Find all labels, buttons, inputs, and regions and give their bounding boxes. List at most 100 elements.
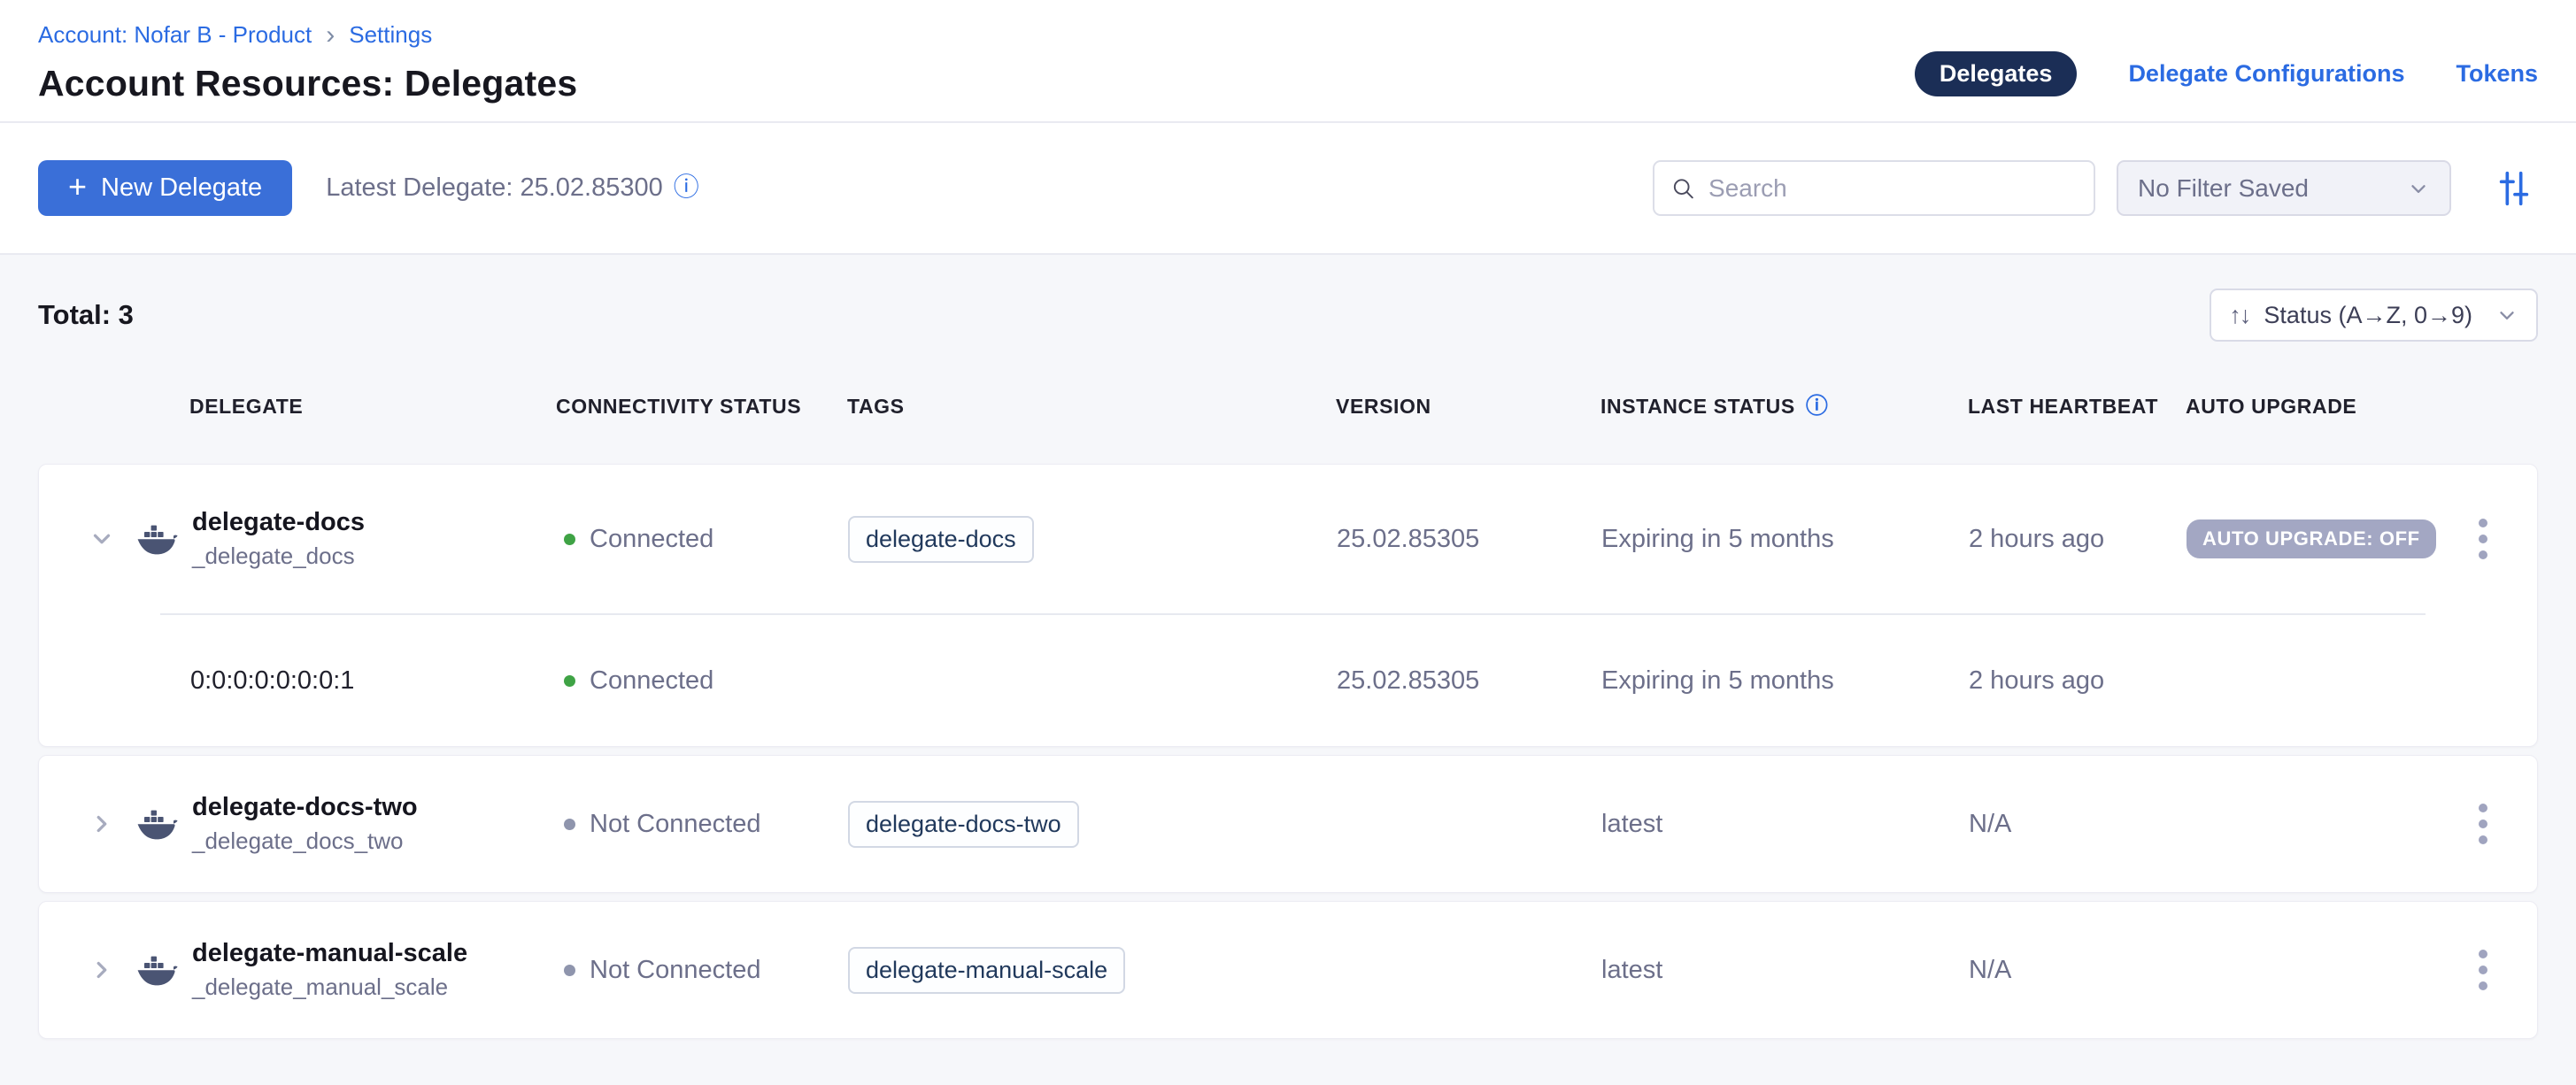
column-header-tags: TAGS [847,395,1336,419]
tab-delegates[interactable]: Delegates [1915,51,2078,96]
delegate-id: _delegate_docs [192,542,365,572]
delegate-row[interactable]: delegate-docs _delegate_docs Connected d… [39,465,2537,613]
delegate-name: delegate-manual-scale [192,937,467,969]
breadcrumb: Account: Nofar B - Product › Settings [38,21,577,49]
search-box [1653,160,2095,216]
connectivity-status-label: Connected [590,666,713,696]
delegate-cell: delegate-docs _delegate_docs [123,506,557,572]
saved-filter-dropdown[interactable]: No Filter Saved [2117,160,2451,216]
tab-tokens[interactable]: Tokens [2456,60,2538,88]
delegate-id: _delegate_docs_two [192,827,418,857]
auto-upgrade-badge: AUTO UPGRADE: OFF [2187,519,2436,558]
connectivity-status-label: Not Connected [590,956,760,985]
connected-dot-icon [564,675,575,687]
filter-sliders-icon [2494,168,2534,209]
page-title: Account Resources: Delegates [38,63,577,104]
expand-row-button[interactable] [83,951,123,989]
chevron-down-icon [89,526,115,552]
docker-icon [135,520,178,558]
column-header-delegate: DELEGATE [122,395,556,419]
connectivity-status-cell: Not Connected [557,810,848,839]
tag-chip: delegate-manual-scale [848,947,1125,994]
delegate-name: delegate-docs [192,506,365,538]
chevron-right-icon [89,957,115,983]
delegate-row[interactable]: delegate-docs-two _delegate_docs_two Not… [39,756,2537,892]
delegate-row[interactable]: delegate-manual-scale _delegate_manual_s… [39,902,2537,1038]
toolbar: + New Delegate Latest Delegate: 25.02.85… [0,123,2576,255]
auto-upgrade-cell: AUTO UPGRADE: OFF [2187,519,2426,558]
column-header-instance-status: INSTANCE STATUS ⓘ [1600,395,1968,419]
latest-delegate-version: Latest Delegate: 25.02.85300 ⓘ [326,173,699,203]
breadcrumb-account-link[interactable]: Account: Nofar B - Product [38,21,312,49]
column-header-connectivity-status: CONNECTIVITY STATUS [556,395,847,419]
connected-dot-icon [564,534,575,545]
expand-row-button[interactable] [83,805,123,843]
delegate-card-delegate-docs-two: delegate-docs-two _delegate_docs_two Not… [38,755,2538,893]
last-heartbeat-cell: N/A [1969,810,2187,839]
filter-settings-button[interactable] [2490,165,2538,212]
row-menu-button[interactable] [2472,796,2495,851]
sort-label: Status (A→Z, 0→9) [2264,302,2472,329]
delegate-name-block: delegate-docs _delegate_docs [192,506,365,572]
tag-chip: delegate-docs-two [848,801,1079,848]
delegate-cell: delegate-manual-scale _delegate_manual_s… [123,937,557,1003]
summary-row: Total: 3 ↑↓ Status (A→Z, 0→9) [38,255,2538,342]
info-icon[interactable]: ⓘ [1806,396,1829,418]
breadcrumb-settings-link[interactable]: Settings [349,21,432,49]
connectivity-status-cell: Connected [557,525,848,554]
delegate-name-block: delegate-manual-scale _delegate_manual_s… [192,937,467,1003]
instance-status-header-label: INSTANCE STATUS [1600,395,1795,419]
column-header-auto-upgrade: AUTO UPGRADE [2186,395,2426,419]
new-delegate-button[interactable]: + New Delegate [38,160,292,216]
tags-cell: delegate-docs-two [848,801,1337,848]
delegate-cell: delegate-docs-two _delegate_docs_two [123,791,557,857]
last-heartbeat-cell: 2 hours ago [1969,525,2187,554]
search-input[interactable] [1708,174,2078,203]
chevron-right-icon [89,811,115,837]
tab-delegate-configurations[interactable]: Delegate Configurations [2128,60,2404,88]
version-cell: 25.02.85305 [1337,525,1601,554]
column-header-last-heartbeat: LAST HEARTBEAT [1968,395,2186,419]
tag-chip: delegate-docs [848,516,1034,563]
page-header: Account: Nofar B - Product › Settings Ac… [0,0,2576,123]
not-connected-dot-icon [564,819,575,830]
saved-filter-label: No Filter Saved [2138,174,2309,203]
delegate-name-block: delegate-docs-two _delegate_docs_two [192,791,418,857]
delegate-id: _delegate_manual_scale [192,973,467,1003]
not-connected-dot-icon [564,965,575,976]
connectivity-status-label: Not Connected [590,810,760,839]
instance-host: 0:0:0:0:0:0:0:1 [123,666,557,696]
table-header-row: DELEGATE CONNECTIVITY STATUS TAGS VERSIO… [38,388,2538,425]
plus-icon: + [68,171,87,203]
row-menu-button[interactable] [2472,943,2495,997]
docker-icon [135,951,178,989]
docker-icon [135,805,178,843]
tags-cell: delegate-manual-scale [848,947,1337,994]
latest-delegate-text: Latest Delegate: 25.02.85300 [326,173,663,203]
version-cell: 25.02.85305 [1337,666,1601,696]
tags-cell: delegate-docs [848,516,1337,563]
chevron-down-icon [2495,304,2518,327]
instance-status-cell: Expiring in 5 months [1601,525,1969,554]
delegate-instance-row: 0:0:0:0:0:0:0:1 Connected 25.02.85305 Ex… [39,615,2537,746]
delegate-name: delegate-docs-two [192,791,418,823]
row-menu-button[interactable] [2472,512,2495,566]
instance-status-cell: Expiring in 5 months [1601,666,1969,696]
sort-arrows-icon: ↑↓ [2229,302,2249,329]
header-left: Account: Nofar B - Product › Settings Ac… [38,21,577,121]
info-icon[interactable]: ⓘ [674,175,699,201]
total-count: Total: 3 [38,299,134,331]
collapse-row-button[interactable] [83,520,123,558]
sort-dropdown[interactable]: ↑↓ Status (A→Z, 0→9) [2210,289,2538,342]
breadcrumb-separator-icon: › [324,22,336,49]
last-heartbeat-cell: N/A [1969,956,2187,985]
connectivity-status-cell: Connected [557,666,848,696]
connectivity-status-label: Connected [590,525,713,554]
connectivity-status-cell: Not Connected [557,956,848,985]
header-tabs: Delegates Delegate Configurations Tokens [1915,51,2538,96]
instance-status-cell: latest [1601,956,1969,985]
delegate-card-delegate-docs: delegate-docs _delegate_docs Connected d… [38,464,2538,747]
chevron-down-icon [2407,177,2430,200]
new-delegate-button-label: New Delegate [101,173,262,203]
instance-status-cell: latest [1601,810,1969,839]
